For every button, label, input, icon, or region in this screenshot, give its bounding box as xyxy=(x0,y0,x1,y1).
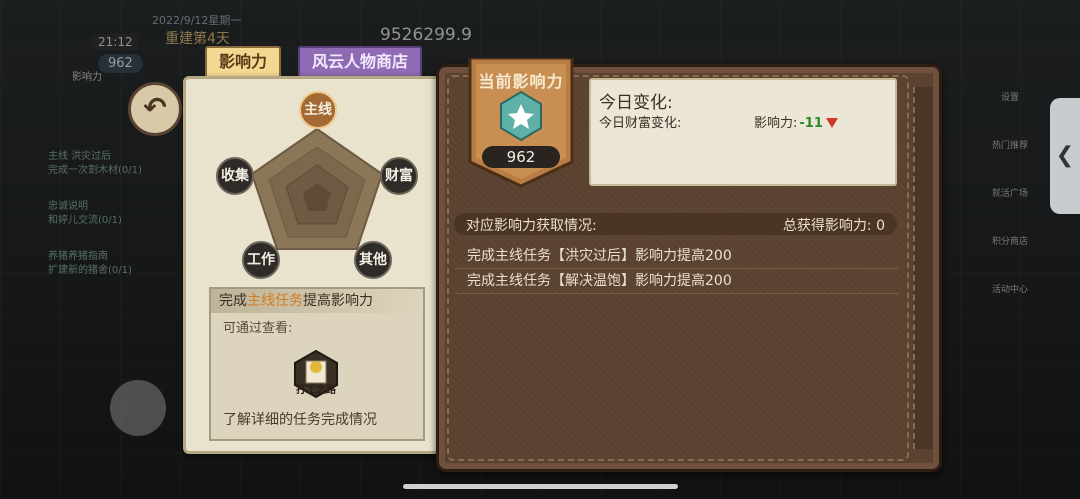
side-expand-tab[interactable]: ❮ xyxy=(1050,98,1080,214)
virtual-joystick[interactable] xyxy=(110,380,166,436)
list-item: 完成主线任务【解决温饱】影响力提高200 xyxy=(455,269,899,294)
hint-footer: 了解详细的任务完成情况 xyxy=(223,412,377,428)
back-arrow-icon[interactable]: ↶ xyxy=(128,82,182,136)
attr-work[interactable]: 工作 xyxy=(242,241,280,279)
attribute-panel: 主线 财富 其他 工作 收集 完成主线任务提高影响力 可通过查看: 打工之路 了… xyxy=(183,76,454,454)
hint-header: 完成主线任务提高影响力 xyxy=(211,289,423,313)
today-influence-delta: -11 xyxy=(799,116,823,131)
arrow-down-icon xyxy=(825,118,838,128)
task-list: 完成主线任务【洪灾过后】影响力提高200 完成主线任务【解决温饱】影响力提高20… xyxy=(455,244,899,294)
summary-total: 总获得影响力: 0 xyxy=(782,218,885,234)
attr-other[interactable]: 其他 xyxy=(354,241,392,279)
list-item: 完成主线任务【洪灾过后】影响力提高200 xyxy=(455,244,899,269)
today-wealth-label: 今日财富变化: xyxy=(599,116,682,131)
attr-main[interactable]: 主线 xyxy=(299,91,337,129)
book-spine xyxy=(913,87,933,449)
home-indicator[interactable] xyxy=(403,484,678,489)
hint-highlight: 主线任务 xyxy=(247,293,303,309)
current-influence-value: 962 xyxy=(482,146,560,168)
hint-view-label: 可通过查看: xyxy=(223,321,293,336)
attr-wealth[interactable]: 财富 xyxy=(380,157,418,195)
summary-ribbon: 对应影响力获取情况: 总获得影响力: 0 xyxy=(454,213,897,235)
summary-left: 对应影响力获取情况: xyxy=(466,218,597,234)
tab-influence[interactable]: 影响力 xyxy=(205,46,282,78)
hint-box: 完成主线任务提高影响力 可通过查看: 打工之路 了解详细的任务完成情况 xyxy=(209,287,425,441)
tab-celebrity-shop[interactable]: 风云人物商店 xyxy=(298,46,423,78)
attr-collect[interactable]: 收集 xyxy=(216,157,254,195)
current-influence-title: 当前影响力 xyxy=(478,72,564,91)
work-road-label: 打工之路 xyxy=(296,385,336,396)
today-influence: 影响力: -11 xyxy=(754,112,838,131)
today-change-box: 今日变化: 今日财富变化: 影响力: -11 xyxy=(589,78,897,186)
today-title: 今日变化: xyxy=(599,93,673,113)
today-influence-label: 影响力: xyxy=(754,116,798,131)
